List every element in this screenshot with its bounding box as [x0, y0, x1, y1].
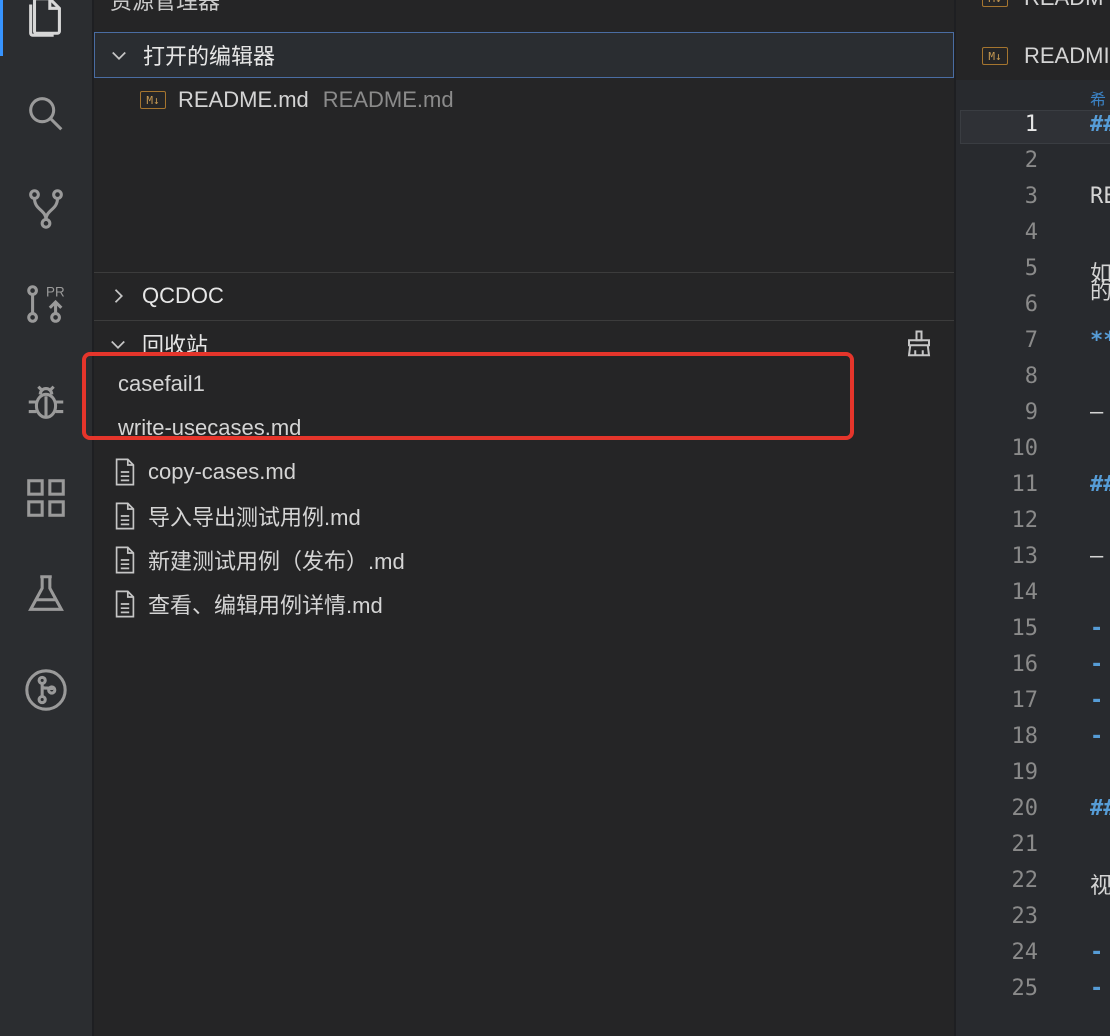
line-number: 9	[1024, 400, 1038, 425]
explorer-title: 资源管理器	[110, 0, 221, 14]
markdown-icon: M↓	[140, 91, 166, 109]
extensions-icon[interactable]	[0, 462, 92, 534]
debug-icon[interactable]	[0, 366, 92, 438]
line-number: 13	[1011, 544, 1039, 569]
tab-label: READM	[1024, 0, 1103, 11]
open-editor-name: README.md	[178, 87, 309, 112]
line-number: 18	[1011, 724, 1039, 749]
code-text: -	[1090, 940, 1104, 965]
breadcrumb: 希	[1090, 92, 1107, 109]
line-number: 19	[1011, 760, 1039, 785]
line-number: 10	[1011, 436, 1039, 461]
line-number: 5	[1024, 256, 1038, 281]
file-icon	[112, 458, 138, 486]
line-number: 14	[1011, 580, 1039, 605]
file-item[interactable]: 新建测试用例（发布）.md	[94, 538, 954, 582]
code-text: —	[1090, 544, 1104, 569]
code-text: —	[1090, 400, 1104, 425]
file-icon	[112, 590, 138, 618]
file-name: 新建测试用例（发布）.md	[148, 549, 405, 574]
tab-readme[interactable]: M↓ READM	[956, 0, 1110, 18]
file-icon	[112, 502, 138, 530]
markdown-icon: M↓	[982, 47, 1008, 65]
chevron-down-icon	[95, 45, 143, 65]
chevron-down-icon	[94, 334, 142, 354]
code-text: **	[1090, 328, 1110, 353]
line-number: 16	[1011, 652, 1039, 677]
clear-all-icon[interactable]	[904, 329, 934, 359]
line-number: 2	[1024, 148, 1038, 173]
file-item[interactable]: 查看、编辑用例详情.md	[94, 582, 954, 626]
line-number: 8	[1024, 364, 1038, 389]
chevron-right-icon	[94, 286, 142, 306]
git-graph-icon[interactable]	[0, 654, 92, 726]
line-number: 11	[1011, 472, 1039, 497]
line-number: 15	[1011, 616, 1039, 641]
line-number: 20	[1011, 796, 1039, 821]
code-text: 视	[1090, 874, 1110, 899]
open-editor-item[interactable]: M↓ README.md README.md	[94, 78, 954, 122]
tab-readme-active[interactable]: M↓ READMI	[956, 36, 1110, 76]
code-text: ##	[1090, 112, 1110, 137]
pull-request-icon[interactable]: PR	[0, 268, 92, 340]
pr-label: PR	[46, 284, 65, 299]
code-text: -	[1090, 724, 1104, 749]
line-number: 12	[1011, 508, 1039, 533]
source-control-icon[interactable]	[0, 172, 92, 244]
code-text: -	[1090, 652, 1104, 677]
line-number: 3	[1024, 184, 1038, 209]
code-text: 的	[1090, 280, 1110, 305]
files-icon[interactable]	[0, 0, 92, 52]
line-number: 4	[1024, 220, 1038, 245]
line-number: 24	[1011, 940, 1039, 965]
code-text: RE	[1090, 184, 1110, 209]
qcdoc-header[interactable]: QCDOC	[94, 272, 954, 318]
file-icon	[112, 546, 138, 574]
open-editors-label: 打开的编辑器	[143, 44, 276, 69]
code-text: -	[1090, 976, 1104, 1001]
line-number: 7	[1024, 328, 1038, 353]
line-number: 1	[1024, 112, 1038, 137]
qcdoc-label: QCDOC	[142, 282, 224, 308]
code-text: -	[1090, 616, 1104, 641]
line-number: 21	[1011, 832, 1039, 857]
file-item[interactable]: copy-cases.md	[94, 450, 954, 494]
file-item[interactable]: 导入导出测试用例.md	[94, 494, 954, 538]
line-number: 25	[1011, 976, 1039, 1001]
file-name: 查看、编辑用例详情.md	[148, 593, 383, 618]
activity-bar: PR	[0, 0, 92, 1036]
search-icon[interactable]	[0, 78, 92, 150]
code-text: ##	[1090, 796, 1110, 821]
editor-area: M↓ READM M↓ READMI 希 1234567891011121314…	[954, 0, 1110, 1036]
line-number: 6	[1024, 292, 1038, 317]
file-name: copy-cases.md	[148, 459, 296, 484]
tab-strip: M↓ READM M↓ READMI	[956, 0, 1110, 80]
code-text: -	[1090, 688, 1104, 713]
file-name: 导入导出测试用例.md	[148, 505, 361, 530]
line-number: 17	[1011, 688, 1039, 713]
code-text: ##	[1090, 472, 1110, 497]
testing-icon[interactable]	[0, 558, 92, 630]
open-editors-header[interactable]: 打开的编辑器	[94, 32, 954, 78]
line-number: 23	[1011, 904, 1039, 929]
annotation-highlight-box	[82, 352, 854, 440]
line-number: 22	[1011, 868, 1039, 893]
explorer-sidebar: 资源管理器 打开的编辑器 M↓ README.md README.md QCDO…	[82, 0, 954, 1036]
open-editor-description: README.md	[322, 87, 454, 112]
tab-label: READMI	[1024, 43, 1110, 68]
markdown-icon: M↓	[982, 0, 1008, 7]
